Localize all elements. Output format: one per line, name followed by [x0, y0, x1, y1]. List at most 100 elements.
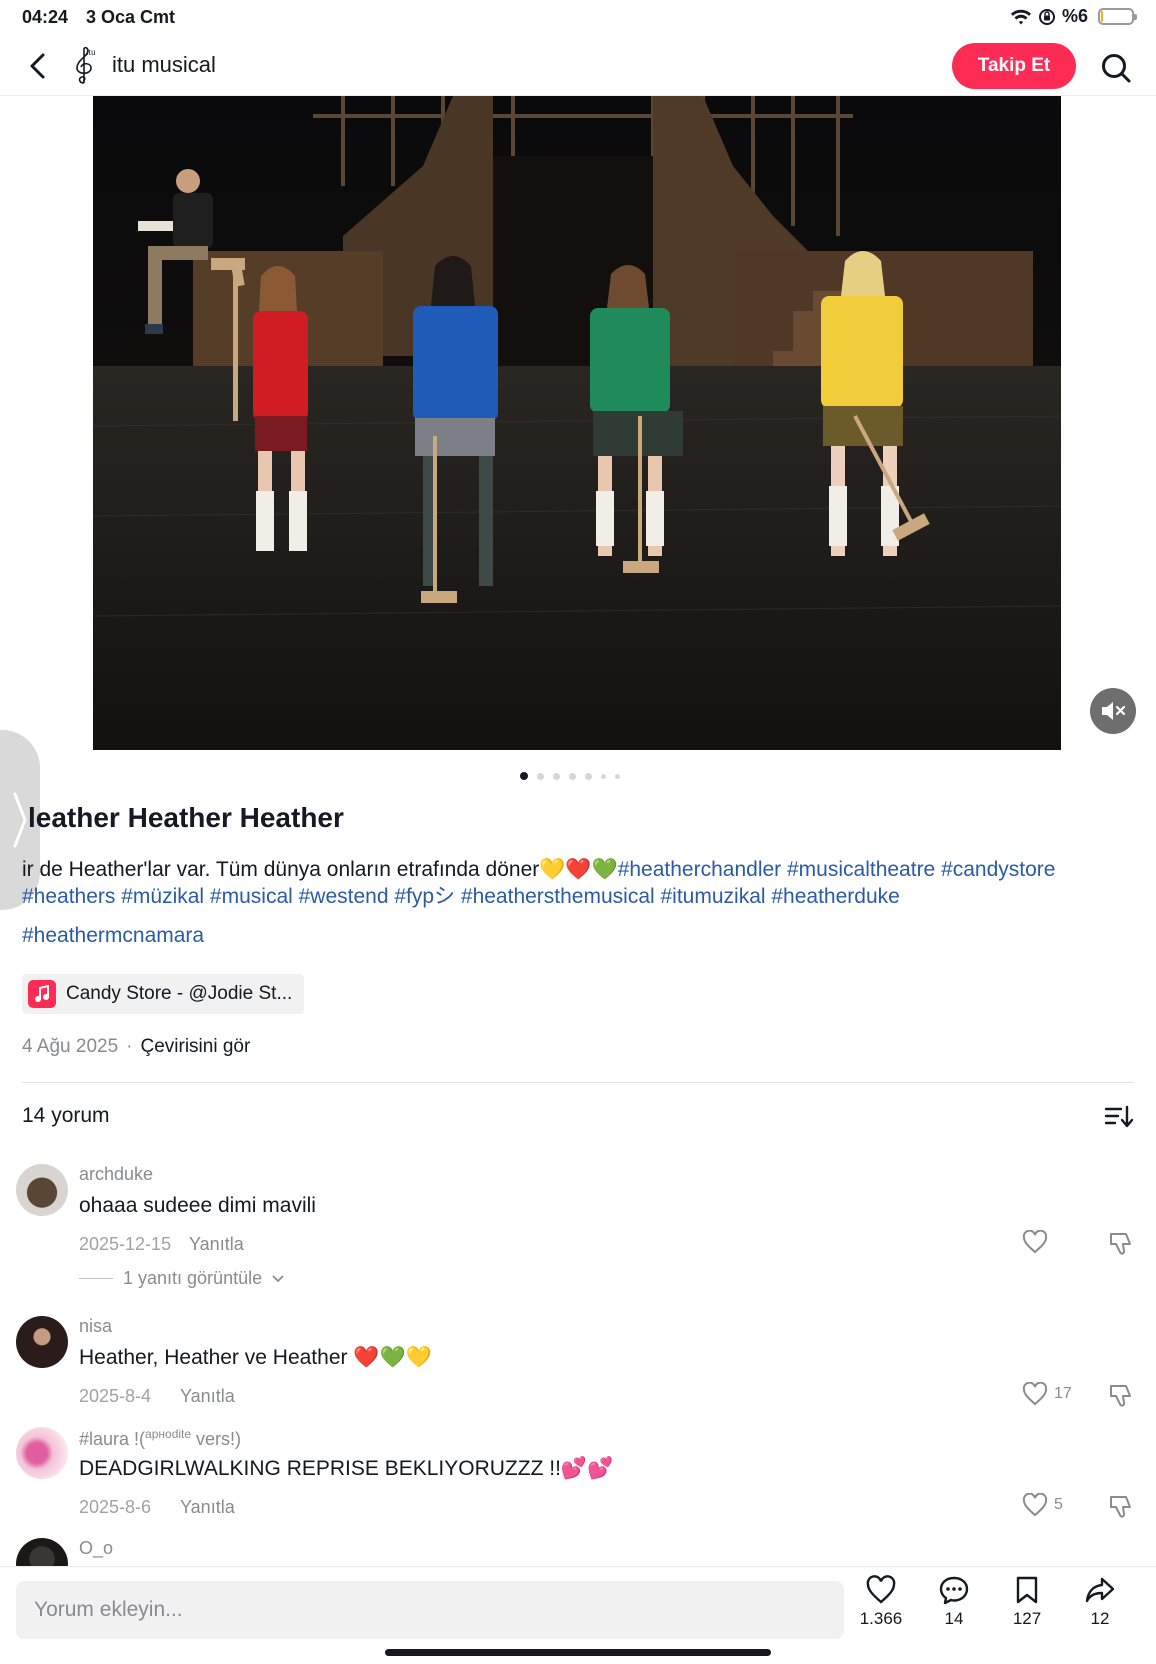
- wifi-icon: [1010, 9, 1031, 24]
- chevron-right-icon: [13, 792, 27, 848]
- sort-icon: [1104, 1105, 1134, 1128]
- reply-button[interactable]: Yanıtla: [180, 1497, 235, 1518]
- comment-dislike-button[interactable]: [1108, 1493, 1134, 1524]
- caption-hashtags[interactable]: #heatherchandler #musicaltheatre #candys…: [618, 858, 1056, 881]
- reply-button[interactable]: Yanıtla: [189, 1234, 244, 1255]
- orientation-lock-icon: [1038, 8, 1055, 25]
- search-icon: [1102, 54, 1131, 83]
- carousel-dot[interactable]: [601, 773, 606, 779]
- post-date: 4 Ağu 2025: [22, 1036, 119, 1057]
- comment-text: DEADGIRLWALKING REPRISE BEKLIYORUZZZ !!💕…: [79, 1457, 614, 1480]
- music-note-icon: [28, 980, 56, 1008]
- view-replies-label: 1 yanıtı görüntüle: [123, 1268, 263, 1288]
- share-count: 12: [1090, 1609, 1110, 1628]
- heart-icon: [866, 1575, 896, 1604]
- profile-avatar[interactable]: itu: [66, 44, 102, 88]
- home-indicator: [385, 1649, 771, 1656]
- music-chip[interactable]: Candy Store - @Jodie St...: [22, 974, 304, 1014]
- save-button[interactable]: 127: [992, 1575, 1062, 1629]
- comment-date: 2025-8-4: [79, 1386, 152, 1406]
- bookmark-icon: [1016, 1576, 1038, 1604]
- carousel-dot[interactable]: [569, 772, 576, 780]
- comment-username[interactable]: nisa: [79, 1316, 112, 1337]
- comment-text: Heather, Heather ve Heather ❤️💚💛: [79, 1346, 432, 1369]
- search-button[interactable]: [1096, 48, 1136, 88]
- post-caption: ir de Heather'lar var. Tüm dünya onların…: [22, 856, 1142, 910]
- comment-like-button[interactable]: 17: [1022, 1382, 1072, 1406]
- thumbs-down-icon: [1110, 1233, 1131, 1255]
- heart-outline-icon: [1022, 1230, 1048, 1254]
- sort-comments-button[interactable]: [1104, 1104, 1134, 1130]
- post-photo[interactable]: [93, 96, 1061, 750]
- mute-button[interactable]: [1090, 688, 1136, 734]
- post-title: leather Heather Heather: [28, 802, 344, 833]
- carousel-dot[interactable]: [537, 772, 544, 780]
- meta-separator: ·: [126, 1036, 133, 1057]
- username-superscript: apнodite: [145, 1427, 192, 1441]
- bottom-action-bar: 1.366 14 127 12: [0, 1566, 1156, 1664]
- comment-dislike-button[interactable]: [1108, 1382, 1134, 1413]
- heart-outline-icon: [1022, 1382, 1048, 1406]
- back-arrow-icon: [30, 53, 45, 79]
- comment-dislike-button[interactable]: [1108, 1230, 1134, 1261]
- comment-date: 2025-12-15: [79, 1234, 172, 1254]
- status-date: 3 Oca Cmt: [86, 7, 176, 27]
- stage-photo-illustration: [93, 96, 1061, 750]
- post-meta: 4 Ağu 2025 · Çevirisini gör: [22, 1036, 250, 1058]
- like-count: 5: [1054, 1496, 1063, 1513]
- status-bar: 04:24 3 Oca Cmt %6: [0, 0, 1156, 36]
- back-button[interactable]: [20, 48, 56, 84]
- save-count: 127: [1012, 1609, 1042, 1628]
- carousel-dot[interactable]: [585, 772, 592, 780]
- share-arrow-icon: [1085, 1577, 1115, 1603]
- avatar[interactable]: [16, 1316, 68, 1368]
- treble-clef-logo-icon: itu: [76, 46, 96, 84]
- battery-level: [1101, 11, 1103, 22]
- share-button[interactable]: 12: [1065, 1575, 1135, 1629]
- comment-bubble-icon: [939, 1576, 969, 1605]
- avatar[interactable]: [16, 1427, 68, 1479]
- carousel-dot[interactable]: [615, 773, 620, 779]
- replies-line: [79, 1278, 113, 1279]
- comment-like-button[interactable]: 5: [1022, 1493, 1063, 1517]
- username-tail: vers!): [191, 1429, 242, 1449]
- chevron-down-icon: [272, 1274, 284, 1282]
- comment-date: 2025-8-6: [79, 1497, 152, 1517]
- divider: [22, 1082, 1134, 1083]
- reply-button[interactable]: Yanıtla: [180, 1386, 235, 1407]
- caption-hashtag-last[interactable]: #heathermcnamara: [22, 924, 204, 948]
- heart-outline-icon: [1022, 1493, 1048, 1517]
- svg-text:itu: itu: [86, 47, 96, 57]
- carousel-dot[interactable]: [553, 772, 560, 780]
- caption-hashtags-2[interactable]: #heathers #müzikal #musical #westend #fy…: [22, 885, 900, 908]
- comment-text: ohaaa sudeee dimi mavili: [79, 1194, 316, 1217]
- top-nav: itu itu musical Takip Et: [0, 36, 1156, 96]
- thumbs-down-icon: [1110, 1496, 1131, 1518]
- comment-button[interactable]: 14: [919, 1575, 989, 1629]
- thumbs-down-icon: [1110, 1385, 1131, 1407]
- comment-username[interactable]: O_o: [79, 1538, 113, 1559]
- carousel-dots: [520, 772, 620, 780]
- like-count: 17: [1054, 1385, 1072, 1402]
- comment-count: 14: [944, 1609, 964, 1628]
- see-translation-link[interactable]: Çevirisini gör: [140, 1036, 250, 1058]
- follow-button[interactable]: Takip Et: [952, 43, 1076, 89]
- like-count: 1.366: [859, 1609, 903, 1628]
- view-replies-link[interactable]: 1 yanıtı görüntüle: [79, 1268, 284, 1289]
- username-main: #laura !(: [79, 1429, 146, 1449]
- avatar[interactable]: [16, 1164, 68, 1216]
- status-time: 04:24: [22, 7, 69, 27]
- comment-username[interactable]: archduke: [79, 1164, 153, 1185]
- carousel-dot[interactable]: [520, 772, 528, 780]
- comment-username[interactable]: #laura !(apнodite vers!): [79, 1427, 241, 1450]
- status-indicators: %6: [1010, 6, 1137, 27]
- add-comment-input[interactable]: [16, 1581, 844, 1639]
- account-name[interactable]: itu musical: [112, 52, 216, 78]
- caption-text: ir de Heather'lar var. Tüm dünya onların…: [22, 858, 618, 881]
- comments-count: 14 yorum: [22, 1104, 110, 1127]
- music-label: Candy Store - @Jodie St...: [66, 983, 293, 1004]
- battery-percent: %6: [1061, 6, 1088, 26]
- speaker-muted-icon: [1102, 702, 1126, 720]
- like-button[interactable]: 1.366: [846, 1575, 916, 1629]
- comment-like-button[interactable]: [1022, 1230, 1054, 1254]
